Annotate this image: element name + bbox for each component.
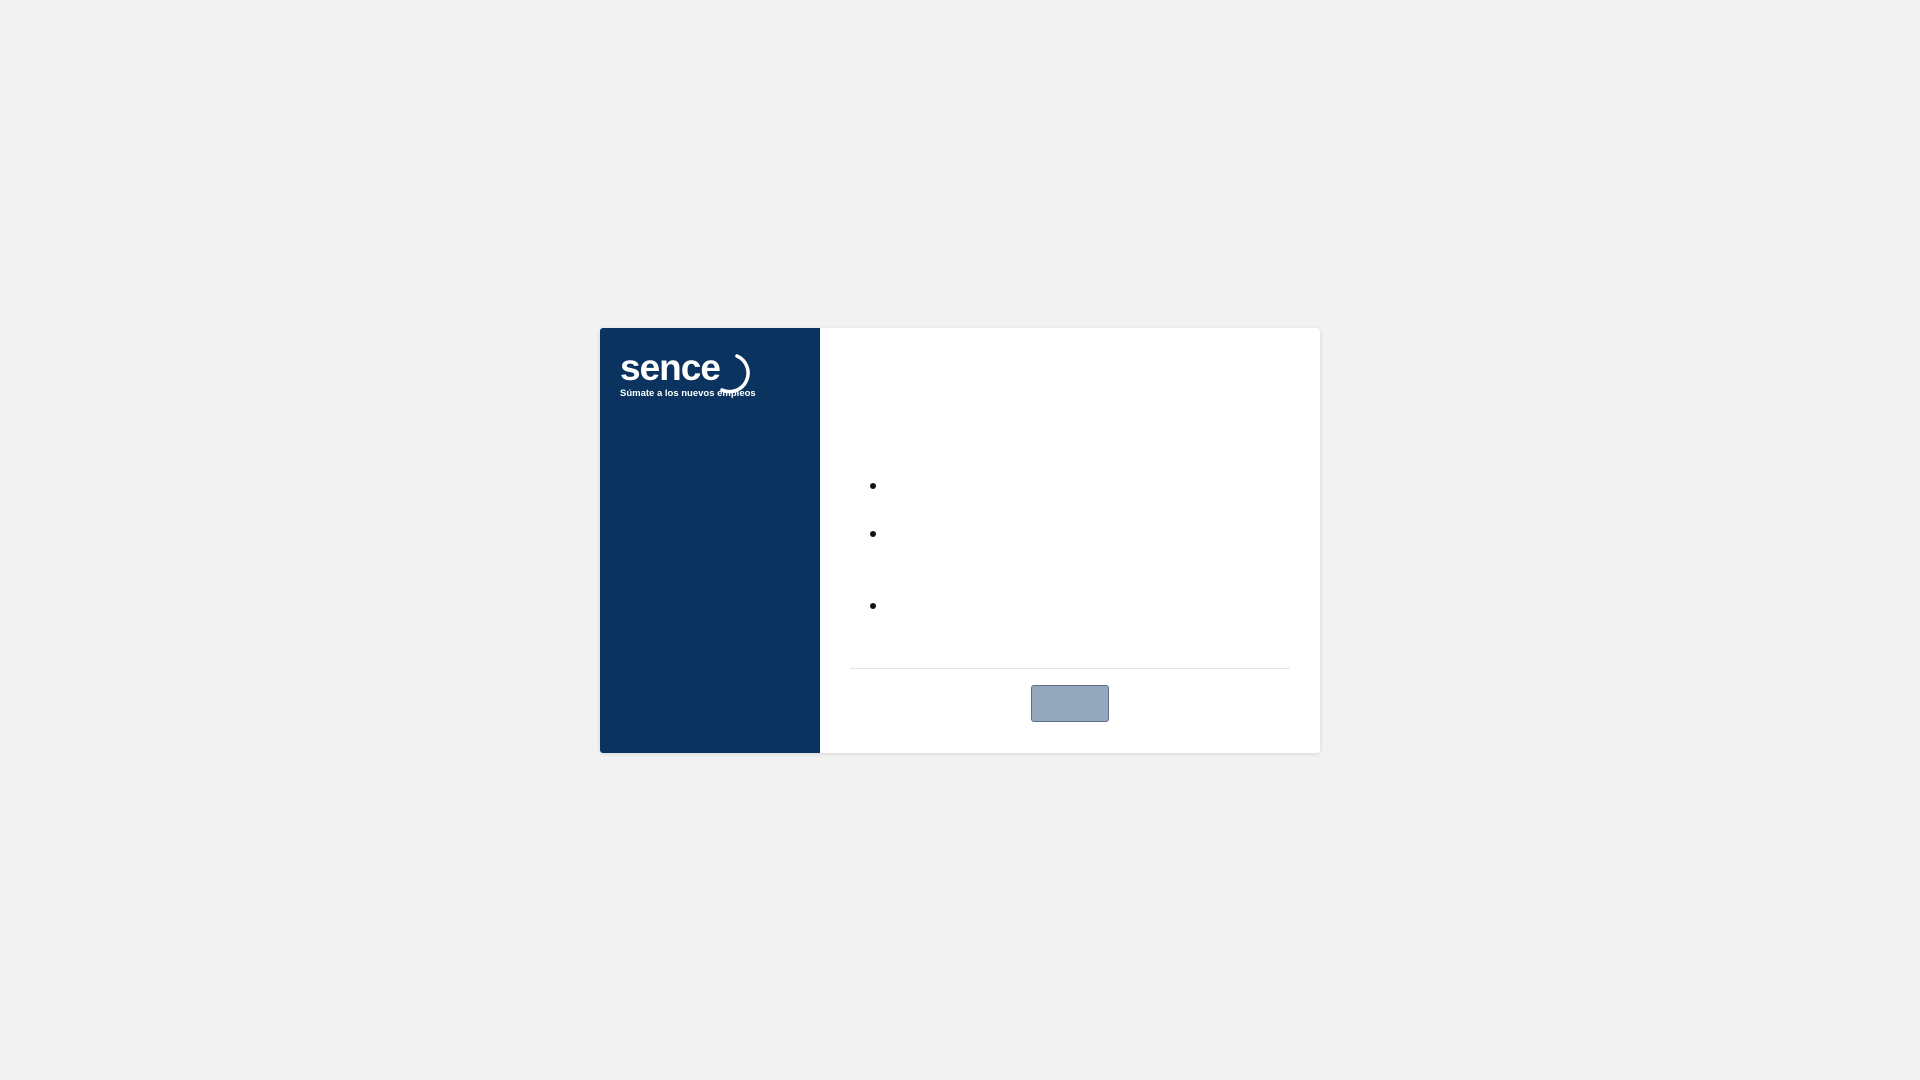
footer-divider bbox=[850, 668, 1290, 669]
list-item bbox=[870, 531, 876, 537]
sence-logo-mark: sence Súmate a los nuevos empleos bbox=[620, 347, 756, 399]
logo-wordmark: sence bbox=[620, 347, 720, 388]
list-item bbox=[870, 483, 876, 489]
main-content bbox=[820, 328, 1320, 753]
sence-logo: sence Súmate a los nuevos empleos bbox=[619, 346, 759, 400]
login-card: sence Súmate a los nuevos empleos bbox=[600, 328, 1320, 753]
continue-button[interactable] bbox=[1031, 685, 1109, 722]
list-item bbox=[870, 603, 876, 609]
logo-tagline: Súmate a los nuevos empleos bbox=[620, 388, 756, 399]
logo-swoosh bbox=[720, 354, 750, 394]
brand-sidebar: sence Súmate a los nuevos empleos bbox=[600, 328, 820, 753]
